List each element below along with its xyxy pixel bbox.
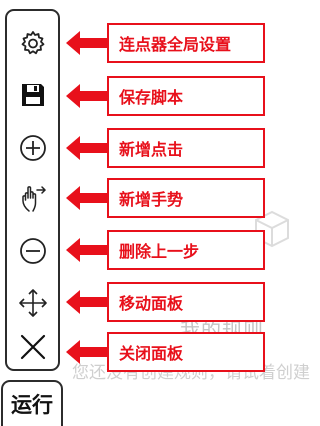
move-panel-button[interactable] xyxy=(7,281,58,325)
delete-last-step-button[interactable] xyxy=(7,229,58,273)
callout-delete: 删除上一步 xyxy=(107,230,265,270)
callout-close: 关闭面板 xyxy=(107,332,265,372)
callout-arrow-delete xyxy=(66,238,110,262)
callout-arrow-add-click xyxy=(66,136,110,160)
callout-save: 保存脚本 xyxy=(107,76,265,116)
add-gesture-button[interactable] xyxy=(7,177,58,221)
minus-circle-icon xyxy=(19,238,46,264)
swipe-hand-icon xyxy=(21,186,46,212)
add-click-button[interactable] xyxy=(7,126,58,170)
callout-arrow-move xyxy=(66,290,110,314)
plus-circle-icon xyxy=(19,135,46,161)
callout-arrow-close xyxy=(66,340,110,364)
callout-arrow-add-gesture xyxy=(66,186,110,210)
floppy-disk-icon xyxy=(21,84,44,106)
callout-arrow-settings xyxy=(66,31,110,55)
gear-icon xyxy=(21,31,44,55)
close-icon xyxy=(20,334,45,360)
callout-add-click: 新增点击 xyxy=(107,128,265,168)
callout-add-gesture: 新增手势 xyxy=(107,178,265,218)
move-arrows-icon xyxy=(18,289,47,317)
callout-settings: 连点器全局设置 xyxy=(107,23,265,63)
run-button[interactable]: 运行 xyxy=(1,380,63,426)
callout-arrow-save xyxy=(66,84,110,108)
floating-toolbar xyxy=(5,9,60,371)
settings-button[interactable] xyxy=(7,21,58,65)
save-script-button[interactable] xyxy=(7,73,58,117)
close-panel-button[interactable] xyxy=(7,325,58,369)
callout-move: 移动面板 xyxy=(107,282,265,322)
